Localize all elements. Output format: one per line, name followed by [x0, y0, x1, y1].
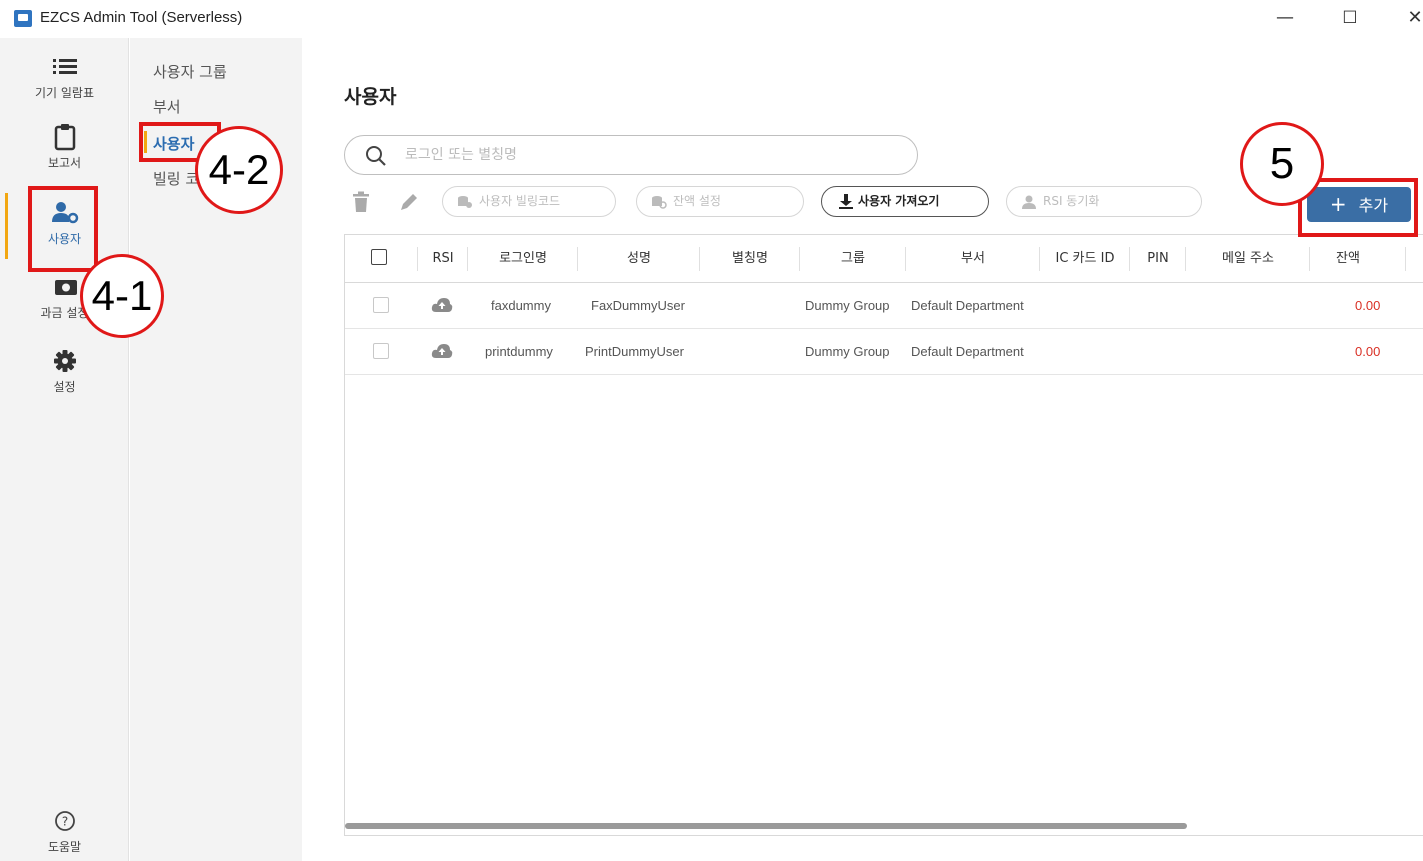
nav-item-settings[interactable]: 설정 [0, 346, 129, 395]
cell-name: FaxDummyUser [591, 298, 685, 313]
column-header-balance[interactable]: 잔액 [1313, 235, 1383, 283]
nav-label: 도움말 [47, 840, 82, 854]
column-header-name[interactable]: 성명 [581, 235, 697, 283]
svg-text:?: ? [61, 815, 67, 829]
nav-label: 설정 [53, 380, 76, 394]
cell-login: printdummy [485, 344, 553, 359]
nav-item-help[interactable]: ? 도움말 [0, 806, 129, 855]
column-header-ic-card[interactable]: IC 카드 ID [1043, 235, 1127, 283]
database-person-icon [458, 196, 472, 208]
left-navigation: 기기 일람표 보고서 사용자 과금 설정 설정 ? 도움말 [0, 38, 129, 861]
nav-label: 기기 일람표 [34, 86, 94, 100]
column-header-rsi[interactable]: RSI [421, 235, 465, 283]
cell-department: Default Department [911, 344, 1024, 359]
row-checkbox[interactable] [373, 297, 389, 313]
users-table: RSI 로그인명 성명 별칭명 그룹 부서 IC 카드 ID PIN 메일 주소… [344, 234, 1423, 836]
cloud-upload-icon [431, 344, 453, 358]
annotation-label: 4-2 [195, 126, 283, 214]
balance-setting-button[interactable]: 잔액 설정 [636, 186, 804, 217]
database-gear-icon [652, 196, 667, 209]
column-header-department[interactable]: 부서 [909, 235, 1037, 283]
help-circle-icon: ? [54, 811, 75, 831]
table-row[interactable]: printdummy PrintDummyUser Dummy Group De… [345, 329, 1423, 375]
column-header-group[interactable]: 그룹 [803, 235, 903, 283]
annotation-highlight-users-nav [28, 186, 98, 272]
pencil-icon[interactable] [398, 191, 420, 213]
maximize-button[interactable]: ☐ [1335, 4, 1365, 32]
download-icon [839, 194, 853, 209]
clipboard-icon [54, 124, 75, 151]
app-logo-icon [14, 10, 32, 27]
trash-icon[interactable] [352, 191, 370, 213]
table-header: RSI 로그인명 성명 별칭명 그룹 부서 IC 카드 ID PIN 메일 주소… [345, 235, 1423, 283]
billing-icon [54, 280, 77, 295]
row-checkbox[interactable] [373, 343, 389, 359]
search-icon [366, 146, 386, 166]
select-all-checkbox[interactable] [371, 249, 387, 265]
nav-label: 보고서 [47, 156, 82, 170]
user-billing-code-button[interactable]: 사용자 빌링코드 [442, 186, 616, 217]
close-button[interactable]: ✕ [1400, 4, 1423, 32]
column-header-login[interactable]: 로그인명 [471, 235, 575, 283]
cell-balance: 0.00 [1355, 298, 1381, 313]
cell-login: faxdummy [491, 298, 551, 313]
subnav-item-departments[interactable]: 부서 [153, 96, 181, 117]
subnav-item-billing-codes[interactable]: 빌링 코 [153, 168, 199, 189]
minimize-button[interactable]: — [1270, 4, 1300, 32]
import-users-button[interactable]: 사용자 가져오기 [821, 186, 989, 217]
column-header-alias[interactable]: 별칭명 [703, 235, 797, 283]
window-title: EZCS Admin Tool (Serverless) [40, 9, 243, 26]
cell-balance: 0.00 [1355, 344, 1381, 359]
cloud-upload-icon [431, 298, 453, 312]
annotation-label: 5 [1240, 122, 1324, 206]
rsi-sync-button[interactable]: RSI 동기화 [1006, 186, 1202, 217]
table-row[interactable]: faxdummy FaxDummyUser Dummy Group Defaul… [345, 283, 1423, 329]
title-bar: EZCS Admin Tool (Serverless) — ☐ ✕ [0, 0, 1423, 38]
person-icon [1022, 195, 1036, 209]
subnav-item-user-groups[interactable]: 사용자 그룹 [153, 61, 227, 82]
column-header-pin[interactable]: PIN [1133, 235, 1183, 283]
cell-group: Dummy Group [805, 298, 890, 313]
column-header-email[interactable]: 메일 주소 [1189, 235, 1307, 283]
list-icon [52, 59, 77, 74]
search-box[interactable] [344, 135, 918, 175]
cell-group: Dummy Group [805, 344, 890, 359]
page-title: 사용자 [344, 86, 397, 108]
search-input[interactable] [405, 145, 895, 165]
cell-name: PrintDummyUser [585, 344, 684, 359]
annotation-label: 4-1 [80, 254, 164, 338]
horizontal-scrollbar[interactable] [345, 823, 1187, 829]
nav-item-device-list[interactable]: 기기 일람표 [0, 52, 129, 101]
gear-icon [53, 350, 76, 372]
cell-department: Default Department [911, 298, 1024, 313]
nav-item-reports[interactable]: 보고서 [0, 122, 129, 171]
